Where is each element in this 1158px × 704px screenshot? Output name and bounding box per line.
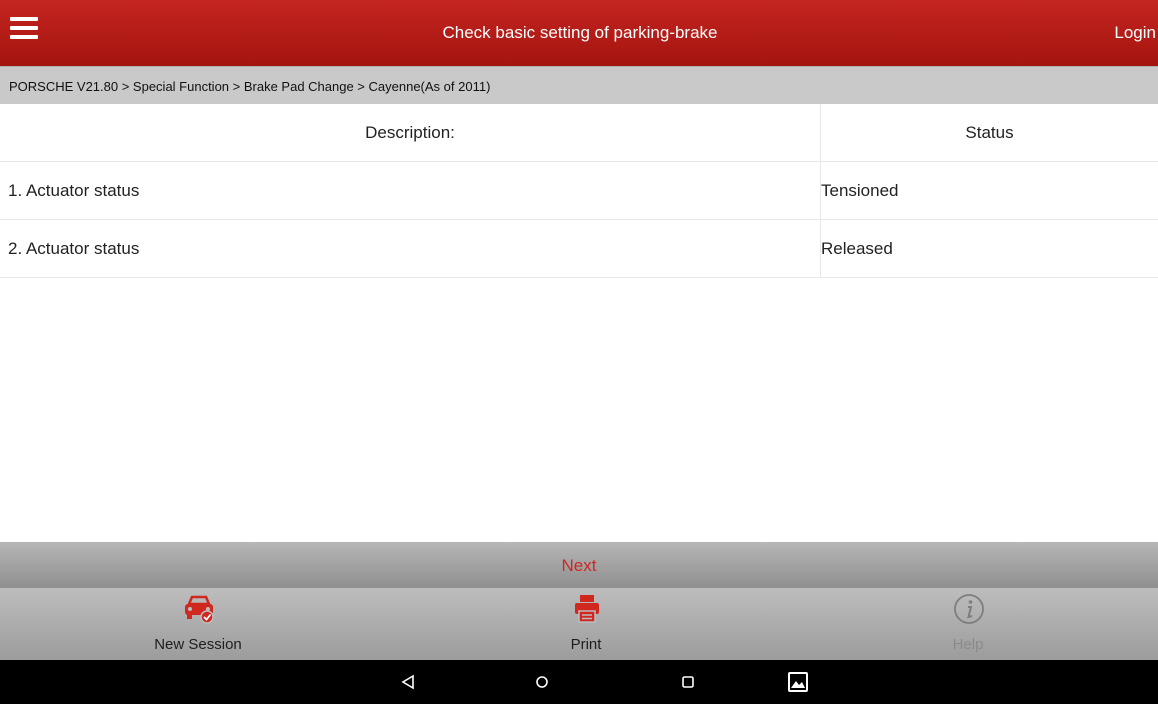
row-status: Tensioned	[820, 161, 1158, 220]
screenshot-icon[interactable]	[776, 660, 820, 704]
row-description: 2. Actuator status	[0, 219, 821, 278]
car-check-icon	[185, 595, 214, 624]
new-session-button[interactable]: New Session	[98, 588, 298, 660]
row-status: Released	[820, 219, 1158, 278]
status-table: Description: Status 1. Actuator status T…	[0, 104, 1158, 278]
recents-icon[interactable]	[666, 660, 710, 704]
new-session-label: New Session	[154, 636, 242, 653]
next-button[interactable]: Next	[0, 542, 1158, 588]
print-button[interactable]: Print	[486, 588, 686, 660]
breadcrumb: PORSCHE V21.80 > Special Function > Brak…	[0, 66, 1158, 104]
help-label: Help	[952, 636, 984, 653]
table-header-row: Description: Status	[0, 104, 1158, 162]
column-header-description: Description:	[0, 104, 821, 162]
print-label: Print	[570, 636, 602, 653]
column-header-status: Status	[820, 104, 1158, 162]
login-button[interactable]: Login	[1114, 0, 1156, 66]
table-row: 1. Actuator status Tensioned	[0, 161, 1158, 220]
page-title: Check basic setting of parking-brake	[442, 23, 718, 42]
help-button[interactable]: Help	[868, 588, 1068, 660]
menu-button[interactable]	[6, 14, 62, 54]
android-navigation-bar	[0, 660, 1158, 704]
home-icon[interactable]	[520, 660, 564, 704]
back-icon[interactable]	[386, 660, 430, 704]
title-bar: Check basic setting of parking-brake Log…	[0, 0, 1158, 66]
table-row: 2. Actuator status Released	[0, 219, 1158, 278]
info-icon	[954, 594, 984, 624]
printer-icon	[575, 595, 599, 623]
bottom-toolbar: New Session Print Help	[0, 588, 1158, 660]
row-description: 1. Actuator status	[0, 161, 821, 220]
menu-icon	[10, 17, 38, 21]
